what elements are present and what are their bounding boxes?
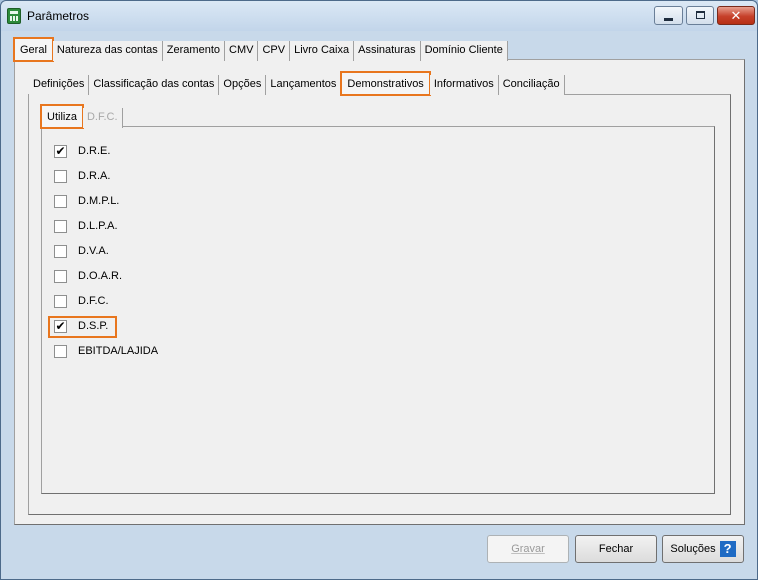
tab-dominio-cliente[interactable]: Domínio Cliente [420, 41, 508, 61]
tab-utiliza[interactable]: Utiliza [40, 104, 84, 129]
checkbox-label: D.F.C. [78, 295, 109, 307]
checkbox-dsp[interactable]: ✔ D.S.P. [48, 316, 117, 338]
tab-conciliacao[interactable]: Conciliação [498, 75, 565, 95]
inner-tab-strip: Utiliza D.F.C. [40, 104, 123, 129]
tab-demonstrativos[interactable]: Demonstrativos [340, 71, 431, 96]
close-button[interactable]: Fechar [575, 535, 657, 563]
checkbox-label: D.M.P.L. [78, 195, 120, 207]
checkbox-box[interactable]: ✔ [54, 144, 67, 158]
checkbox-box[interactable]: ✔ [54, 319, 67, 333]
checkbox-box[interactable] [54, 270, 67, 283]
minimize-icon [664, 18, 673, 21]
help-icon: ? [719, 541, 736, 558]
save-button: Gravar [487, 535, 569, 563]
save-button-label: Gravar [511, 543, 545, 555]
tab-opcoes[interactable]: Opções [219, 75, 267, 95]
checkbox-box[interactable] [54, 170, 67, 183]
checkbox-box[interactable] [54, 195, 67, 208]
tab-assinaturas[interactable]: Assinaturas [354, 41, 421, 61]
inner-tab-panel [41, 126, 715, 494]
checkbox-label: D.S.P. [78, 320, 109, 332]
tab-informativos[interactable]: Informativos [429, 75, 499, 95]
sub-tab-strip: Definições Classificação das contas Opçõ… [29, 71, 565, 96]
solutions-button[interactable]: Soluções? [662, 535, 744, 563]
tab-zeramento[interactable]: Zeramento [162, 41, 225, 61]
tab-classificacao-das-contas[interactable]: Classificação das contas [89, 75, 220, 95]
checkbox-label: D.R.E. [78, 145, 111, 157]
tab-dfc-disabled: D.F.C. [82, 108, 123, 128]
tab-lancamentos[interactable]: Lançamentos [266, 75, 342, 95]
maximize-icon [696, 11, 705, 19]
solutions-button-label: Soluções [670, 543, 716, 555]
checkbox-label: D.L.P.A. [78, 220, 118, 232]
tab-livro-caixa[interactable]: Livro Caixa [290, 41, 355, 61]
checkmark-icon: ✔ [55, 144, 66, 158]
calculator-app-icon [7, 8, 21, 24]
main-tab-strip: Geral Natureza das contas Zeramento CMV … [13, 37, 508, 62]
window-title: Parâmetros [27, 9, 90, 23]
checkbox-box[interactable] [54, 345, 67, 358]
checkbox-box[interactable] [54, 245, 67, 258]
checkbox-box[interactable] [54, 295, 67, 308]
maximize-button[interactable] [686, 6, 714, 25]
tab-geral[interactable]: Geral [13, 37, 54, 62]
tab-cmv[interactable]: CMV [225, 41, 259, 61]
checkmark-icon: ✔ [55, 319, 66, 333]
close-icon: ✕ [730, 8, 742, 23]
tab-cpv[interactable]: CPV [258, 41, 291, 61]
checkbox-label: D.R.A. [78, 170, 111, 182]
checkbox-label: EBITDA/LAJIDA [78, 345, 159, 357]
close-window-button[interactable]: ✕ [717, 6, 755, 25]
minimize-button[interactable] [654, 6, 683, 25]
close-button-label: Fechar [598, 543, 634, 555]
checkbox-box[interactable] [54, 220, 67, 233]
parametros-window: Parâmetros ✕ Geral Natureza das contas Z… [0, 0, 758, 580]
tab-definicoes[interactable]: Definições [29, 75, 90, 95]
checkbox-label: D.V.A. [78, 245, 109, 257]
checkbox-label: D.O.A.R. [78, 270, 123, 282]
tab-natureza-das-contas[interactable]: Natureza das contas [52, 41, 163, 61]
title-bar[interactable]: Parâmetros ✕ [1, 1, 757, 31]
